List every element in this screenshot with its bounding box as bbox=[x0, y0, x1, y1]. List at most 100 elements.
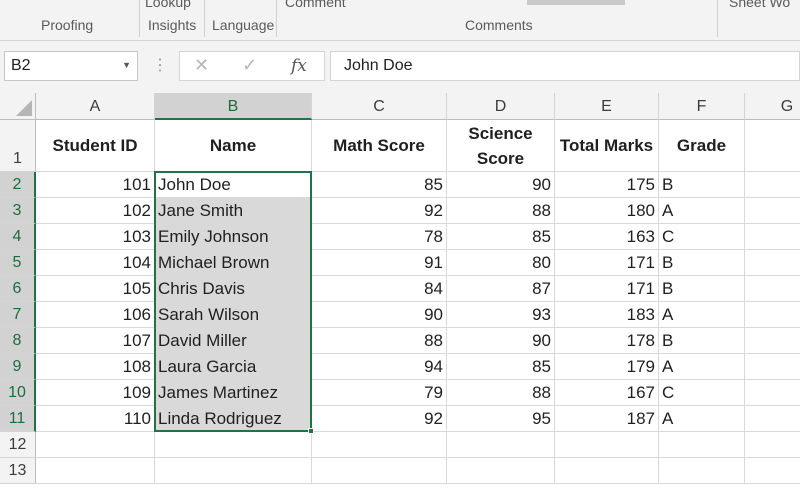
cell-e3[interactable]: 180 bbox=[555, 198, 659, 224]
cell-g10[interactable] bbox=[745, 380, 800, 406]
cell-f13[interactable] bbox=[659, 458, 745, 484]
row-header-4[interactable]: 4 bbox=[0, 224, 36, 250]
column-title-cell[interactable]: Math Score bbox=[312, 120, 447, 172]
cell-c9[interactable]: 94 bbox=[312, 354, 447, 380]
cell-b10[interactable]: James Martinez bbox=[155, 380, 312, 406]
cell-a6[interactable]: 105 bbox=[36, 276, 155, 302]
cell-e5[interactable]: 171 bbox=[555, 250, 659, 276]
column-header-e[interactable]: E bbox=[555, 93, 659, 120]
cell-a4[interactable]: 103 bbox=[36, 224, 155, 250]
cell-e13[interactable] bbox=[555, 458, 659, 484]
row-header-5[interactable]: 5 bbox=[0, 250, 36, 276]
cell-b2[interactable]: John Doe bbox=[155, 172, 312, 198]
cell-a12[interactable] bbox=[36, 432, 155, 458]
cell-f7[interactable]: A bbox=[659, 302, 745, 328]
cell-e8[interactable]: 178 bbox=[555, 328, 659, 354]
cell-d11[interactable]: 95 bbox=[447, 406, 555, 432]
cell-b8[interactable]: David Miller bbox=[155, 328, 312, 354]
cell-g4[interactable] bbox=[745, 224, 800, 250]
cell-e6[interactable]: 171 bbox=[555, 276, 659, 302]
column-header-d[interactable]: D bbox=[447, 93, 555, 120]
fill-handle[interactable] bbox=[308, 428, 314, 434]
cell-f8[interactable]: B bbox=[659, 328, 745, 354]
cell-d7[interactable]: 93 bbox=[447, 302, 555, 328]
cell-f11[interactable]: A bbox=[659, 406, 745, 432]
formula-input[interactable]: John Doe bbox=[330, 51, 800, 81]
cell-b7[interactable]: Sarah Wilson bbox=[155, 302, 312, 328]
cell-a9[interactable]: 108 bbox=[36, 354, 155, 380]
cell-e4[interactable]: 163 bbox=[555, 224, 659, 250]
cell-c7[interactable]: 90 bbox=[312, 302, 447, 328]
row-header-13[interactable]: 13 bbox=[0, 458, 36, 484]
cell-a7[interactable]: 106 bbox=[36, 302, 155, 328]
row-header-11[interactable]: 11 bbox=[0, 406, 36, 432]
comment-button[interactable]: Comment bbox=[285, 0, 346, 10]
cell-d9[interactable]: 85 bbox=[447, 354, 555, 380]
row-header-7[interactable]: 7 bbox=[0, 302, 36, 328]
column-header-b[interactable]: B bbox=[155, 93, 312, 120]
cancel-icon[interactable]: ✕ bbox=[194, 55, 209, 76]
cell-b3[interactable]: Jane Smith bbox=[155, 198, 312, 224]
cell-f2[interactable]: B bbox=[659, 172, 745, 198]
cell-g7[interactable] bbox=[745, 302, 800, 328]
row-header-12[interactable]: 12 bbox=[0, 432, 36, 458]
cell-c5[interactable]: 91 bbox=[312, 250, 447, 276]
cell-g11[interactable] bbox=[745, 406, 800, 432]
cell-d5[interactable]: 80 bbox=[447, 250, 555, 276]
cell-b11[interactable]: Linda Rodriguez bbox=[155, 406, 312, 432]
cell-c8[interactable]: 88 bbox=[312, 328, 447, 354]
cell-d8[interactable]: 90 bbox=[447, 328, 555, 354]
cell-d4[interactable]: 85 bbox=[447, 224, 555, 250]
cell-c6[interactable]: 84 bbox=[312, 276, 447, 302]
cell-d13[interactable] bbox=[447, 458, 555, 484]
cell-g6[interactable] bbox=[745, 276, 800, 302]
column-title-cell[interactable]: Total Marks bbox=[555, 120, 659, 172]
cell-f4[interactable]: C bbox=[659, 224, 745, 250]
cell-b5[interactable]: Michael Brown bbox=[155, 250, 312, 276]
column-title-cell[interactable]: Student ID bbox=[36, 120, 155, 172]
cell-g9[interactable] bbox=[745, 354, 800, 380]
column-header-c[interactable]: C bbox=[312, 93, 447, 120]
column-title-cell[interactable]: Name bbox=[155, 120, 312, 172]
cell-a11[interactable]: 110 bbox=[36, 406, 155, 432]
sheet-button[interactable]: Sheet Wo bbox=[729, 0, 790, 10]
select-all-corner[interactable] bbox=[0, 93, 36, 120]
cell-d6[interactable]: 87 bbox=[447, 276, 555, 302]
more-options-icon[interactable]: ⋮ bbox=[152, 55, 168, 75]
cell-g12[interactable] bbox=[745, 432, 800, 458]
column-header-g[interactable]: G bbox=[745, 93, 800, 120]
cell-c11[interactable]: 92 bbox=[312, 406, 447, 432]
cell-a5[interactable]: 104 bbox=[36, 250, 155, 276]
cell-f12[interactable] bbox=[659, 432, 745, 458]
cell-d12[interactable] bbox=[447, 432, 555, 458]
cell-f10[interactable]: C bbox=[659, 380, 745, 406]
cell-e10[interactable]: 167 bbox=[555, 380, 659, 406]
ribbon-button-placeholder[interactable] bbox=[527, 0, 625, 5]
column-title-cell[interactable]: Science Score bbox=[447, 120, 555, 172]
cell-a3[interactable]: 102 bbox=[36, 198, 155, 224]
cell-d2[interactable]: 90 bbox=[447, 172, 555, 198]
cell-d3[interactable]: 88 bbox=[447, 198, 555, 224]
row-header-6[interactable]: 6 bbox=[0, 276, 36, 302]
cell-f6[interactable]: B bbox=[659, 276, 745, 302]
cell-e11[interactable]: 187 bbox=[555, 406, 659, 432]
cell-g1[interactable] bbox=[745, 120, 800, 172]
cell-f3[interactable]: A bbox=[659, 198, 745, 224]
cell-e2[interactable]: 175 bbox=[555, 172, 659, 198]
cell-b9[interactable]: Laura Garcia bbox=[155, 354, 312, 380]
insert-function-icon[interactable]: fx bbox=[291, 56, 307, 76]
cell-g13[interactable] bbox=[745, 458, 800, 484]
cell-b4[interactable]: Emily Johnson bbox=[155, 224, 312, 250]
cell-g2[interactable] bbox=[745, 172, 800, 198]
cell-b13[interactable] bbox=[155, 458, 312, 484]
cell-g3[interactable] bbox=[745, 198, 800, 224]
cell-a8[interactable]: 107 bbox=[36, 328, 155, 354]
column-title-cell[interactable]: Grade bbox=[659, 120, 745, 172]
cell-a2[interactable]: 101 bbox=[36, 172, 155, 198]
row-header-2[interactable]: 2 bbox=[0, 172, 36, 198]
row-header-8[interactable]: 8 bbox=[0, 328, 36, 354]
cell-b12[interactable] bbox=[155, 432, 312, 458]
row-header-1[interactable]: 1 bbox=[0, 120, 36, 172]
cell-c2[interactable]: 85 bbox=[312, 172, 447, 198]
cell-b6[interactable]: Chris Davis bbox=[155, 276, 312, 302]
